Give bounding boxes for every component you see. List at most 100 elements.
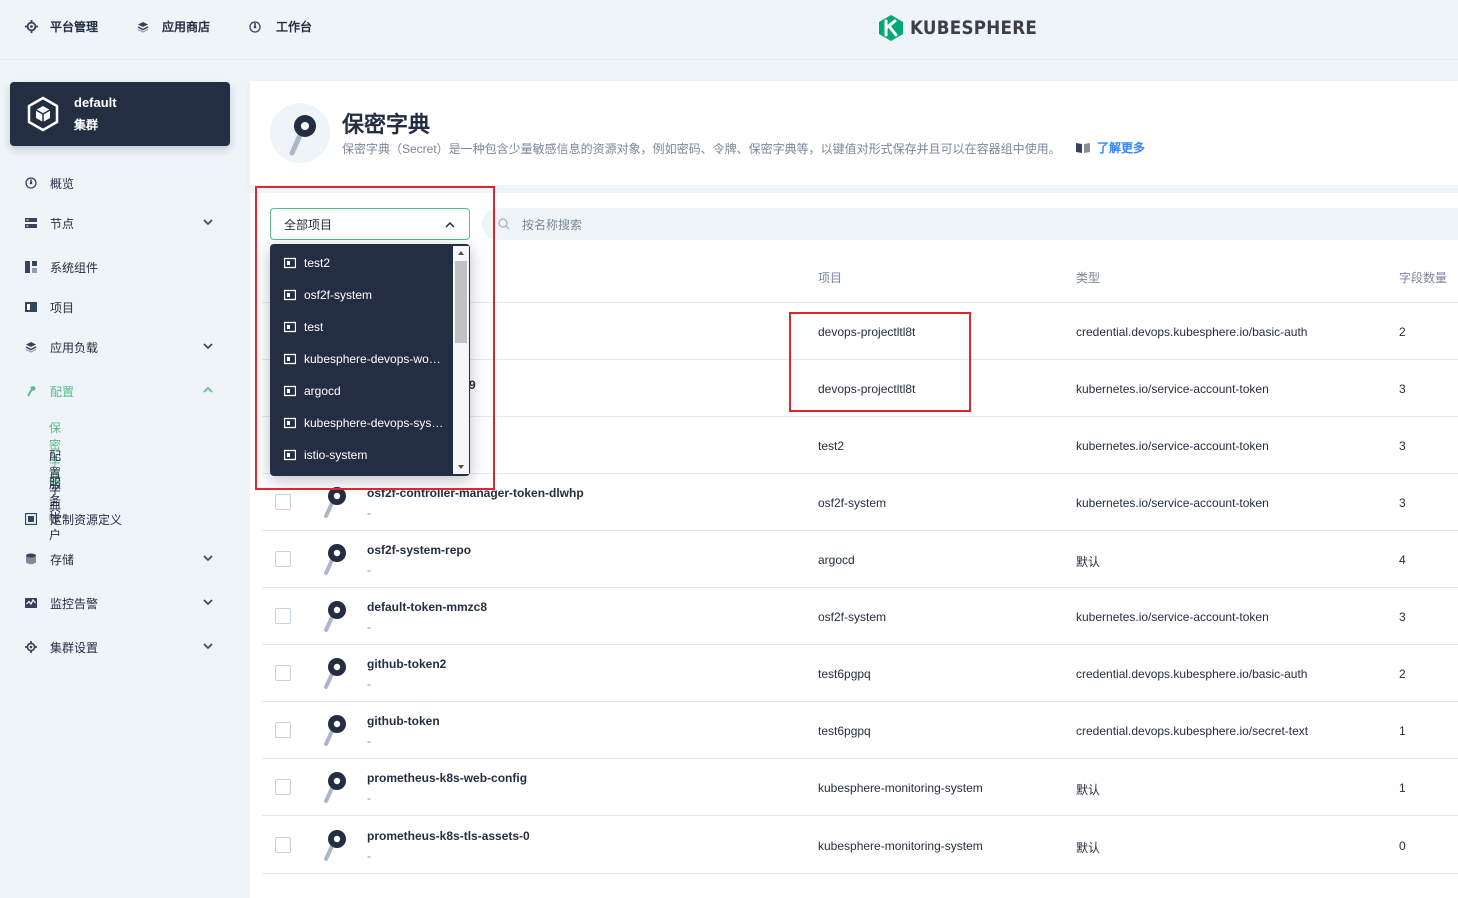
- sidebar-item-label: 应用负载: [50, 340, 99, 355]
- sidebar-item-configuration[interactable]: 配置: [24, 379, 218, 403]
- dashboard-icon: [248, 20, 262, 34]
- secret-field-count: 2: [1399, 325, 1406, 339]
- secret-name[interactable]: prometheus-k8s-web-config: [367, 771, 527, 785]
- nav-app-store[interactable]: 应用商店: [136, 18, 210, 35]
- column-project[interactable]: 项目: [818, 269, 842, 286]
- secret-description: -: [367, 620, 371, 634]
- nav-label: 应用商店: [162, 20, 211, 34]
- row-checkbox[interactable]: [275, 779, 291, 795]
- secret-key-icon: [324, 601, 346, 632]
- secret-field-count: 1: [1399, 724, 1406, 738]
- cluster-selector[interactable]: default 集群: [10, 82, 230, 146]
- row-checkbox[interactable]: [275, 551, 291, 567]
- search-icon: [498, 218, 510, 230]
- layers-icon: [136, 20, 150, 34]
- page-title: 保密字典: [342, 112, 431, 137]
- secret-type: credential.devops.kubesphere.io/basic-au…: [1076, 325, 1308, 339]
- secret-key-icon: [324, 772, 346, 803]
- secret-name[interactable]: default-token-mmzc8: [367, 600, 487, 614]
- top-bar: 平台管理 应用商店 工作台 KUBESPHERE: [0, 0, 1458, 60]
- kubesphere-logo[interactable]: KUBESPHERE: [878, 14, 1054, 42]
- learn-more-label: 了解更多: [1097, 141, 1146, 155]
- monitor-icon: [24, 596, 38, 610]
- row-checkbox[interactable]: [275, 608, 291, 624]
- table-row[interactable]: default-token-mmzc8 - osf2f-system kubernet…: [262, 588, 1458, 645]
- secret-name[interactable]: osf2f-system-repo: [367, 543, 471, 557]
- secret-key-icon: [324, 658, 346, 689]
- secret-project: osf2f-system: [818, 496, 887, 510]
- sidebar-item-label: 定制资源定义: [50, 512, 123, 527]
- column-type[interactable]: 类型: [1076, 269, 1100, 286]
- row-checkbox[interactable]: [275, 665, 291, 681]
- secret-field-count: 1: [1399, 781, 1406, 795]
- chevron-down-icon: [203, 599, 213, 606]
- secret-description: -: [367, 734, 371, 748]
- learn-more-link[interactable]: 了解更多: [1075, 139, 1145, 156]
- sidebar-item-components[interactable]: 系统组件: [24, 255, 218, 279]
- highlight-box-project-filter: [255, 186, 495, 490]
- crd-icon: [24, 512, 38, 526]
- sidebar-item-label: 存储: [50, 552, 75, 567]
- chevron-down-icon: [203, 643, 213, 650]
- hammer-icon: [24, 384, 38, 398]
- table-row[interactable]: github-token - test6pgpq credential.devops.…: [262, 702, 1458, 759]
- secret-description: -: [367, 563, 371, 577]
- secret-type: credential.devops.kubesphere.io/basic-au…: [1076, 667, 1308, 681]
- secret-type: 默认: [1076, 841, 1101, 855]
- logo-text: KUBESPHERE: [910, 17, 1038, 39]
- page-description: 保密字典（Secret）是一种包含少量敏感信息的资源对象，例如密码、令牌、保密字…: [342, 142, 1061, 156]
- sidebar-item-label: 集群设置: [50, 640, 99, 655]
- secret-name[interactable]: github-token: [367, 714, 440, 728]
- table-row[interactable]: github-token2 - test6pgpq credential.devops…: [262, 645, 1458, 702]
- row-checkbox[interactable]: [275, 494, 291, 510]
- overview-icon: [24, 176, 38, 190]
- secret-type: 默认: [1076, 783, 1101, 797]
- secret-type: kubernetes.io/service-account-token: [1076, 496, 1269, 510]
- table-row[interactable]: prometheus-k8s-tls-assets-0 - kubesphere-m…: [262, 817, 1458, 874]
- row-checkbox[interactable]: [275, 837, 291, 853]
- table-row[interactable]: osf2f-system-repo - argocd 默认 4: [262, 531, 1458, 588]
- cluster-icon: [27, 96, 59, 132]
- search-input[interactable]: 按名称搜索: [482, 208, 1458, 240]
- sidebar-item-storage[interactable]: 存储: [24, 547, 218, 571]
- secret-field-count: 0: [1399, 839, 1406, 853]
- table-row[interactable]: prometheus-k8s-web-config - kubesphere-mon…: [262, 759, 1458, 816]
- nav-label: 平台管理: [50, 20, 99, 34]
- chevron-down-icon: [203, 555, 213, 562]
- nodes-icon: [24, 216, 38, 230]
- book-icon: [1076, 142, 1090, 153]
- sidebar-item-label: 系统组件: [50, 260, 99, 275]
- kubesphere-logo-icon: [879, 15, 903, 41]
- secret-type: kubernetes.io/service-account-token: [1076, 439, 1269, 453]
- nav-workbench[interactable]: 工作台: [248, 18, 312, 35]
- secret-project: test2: [818, 439, 845, 453]
- secret-project: test6pgpq: [818, 724, 871, 738]
- sidebar-item-crds[interactable]: 定制资源定义: [24, 507, 218, 531]
- secret-type: credential.devops.kubesphere.io/secret-t…: [1076, 724, 1309, 738]
- sidebar-item-overview[interactable]: 概览: [24, 171, 218, 195]
- sidebar-item-label: 项目: [50, 300, 75, 315]
- secret-name[interactable]: prometheus-k8s-tls-assets-0: [367, 829, 530, 843]
- highlight-box-project-column: [789, 312, 971, 412]
- secret-field-count: 2: [1399, 667, 1406, 681]
- secret-type: kubernetes.io/service-account-token: [1076, 382, 1269, 396]
- secret-name[interactable]: github-token2: [367, 657, 446, 671]
- sidebar-item-workloads[interactable]: 应用负载: [24, 335, 218, 359]
- sidebar-item-monitoring[interactable]: 监控告警: [24, 591, 218, 615]
- secret-key-icon: [324, 715, 346, 746]
- components-icon: [24, 260, 38, 274]
- sidebar-item-cluster-settings[interactable]: 集群设置: [24, 635, 218, 659]
- secret-key-icon: [270, 103, 330, 163]
- nav-platform-management[interactable]: 平台管理: [24, 18, 98, 35]
- secret-description: -: [367, 506, 371, 520]
- secret-project: kubesphere-monitoring-system: [818, 781, 983, 795]
- secret-project: argocd: [818, 553, 855, 567]
- page-banner: 保密字典 保密字典（Secret）是一种包含少量敏感信息的资源对象，例如密码、令…: [250, 81, 1458, 185]
- secret-description: -: [367, 791, 371, 805]
- secret-field-count: 3: [1399, 439, 1406, 453]
- sidebar-item-nodes[interactable]: 节点: [24, 211, 218, 235]
- secret-project: kubesphere-monitoring-system: [818, 839, 983, 853]
- row-checkbox[interactable]: [275, 722, 291, 738]
- column-field-count[interactable]: 字段数量: [1399, 269, 1447, 286]
- sidebar-item-projects[interactable]: 项目: [24, 295, 218, 319]
